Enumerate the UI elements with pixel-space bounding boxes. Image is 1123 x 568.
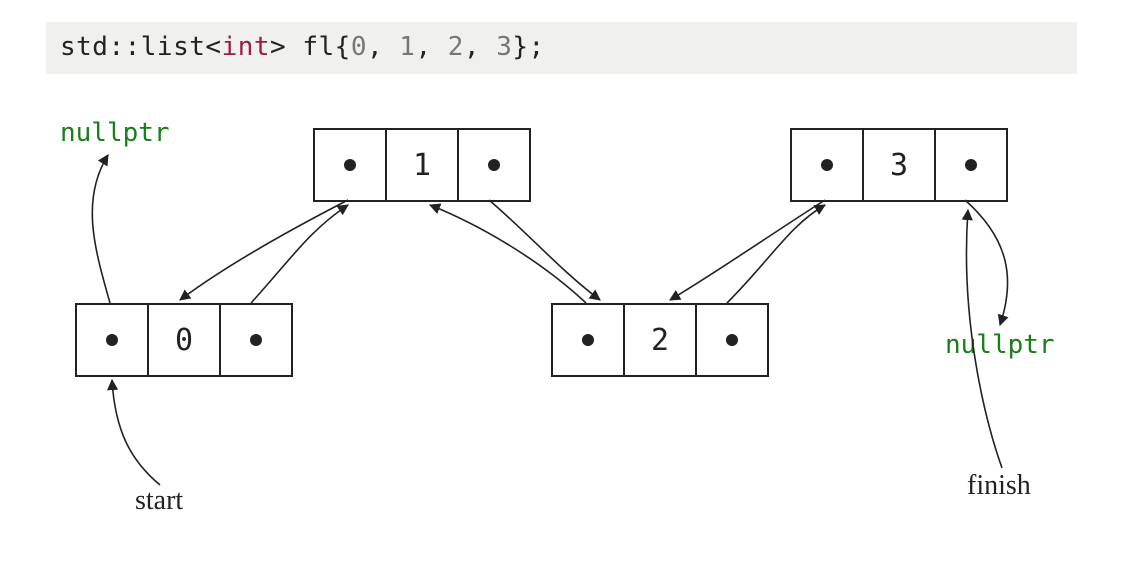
- value-cell: 3: [862, 128, 936, 202]
- next-pointer-cell: [457, 128, 531, 202]
- next-pointer-cell: [934, 128, 1008, 202]
- nullptr-left-label: nullptr: [60, 118, 170, 148]
- list-node-2: 2: [551, 303, 769, 377]
- arrows-layer: [0, 0, 1123, 568]
- value-cell: 1: [385, 128, 459, 202]
- linked-list-diagram: 3 2 1 0 nullptr nullptr start finish: [0, 0, 1123, 568]
- nullptr-right-label: nullptr: [945, 330, 1055, 360]
- next-pointer-cell: [219, 303, 293, 377]
- list-node-1: 1: [313, 128, 531, 202]
- list-node-0: 0: [75, 303, 293, 377]
- value-cell: 0: [147, 303, 221, 377]
- prev-pointer-cell: [75, 303, 149, 377]
- prev-pointer-cell: [313, 128, 387, 202]
- list-node-3: 3: [790, 128, 1008, 202]
- value-cell: 2: [623, 303, 697, 377]
- finish-label: finish: [967, 470, 1031, 502]
- next-pointer-cell: [695, 303, 769, 377]
- prev-pointer-cell: [551, 303, 625, 377]
- prev-pointer-cell: [790, 128, 864, 202]
- start-label: start: [135, 485, 183, 517]
